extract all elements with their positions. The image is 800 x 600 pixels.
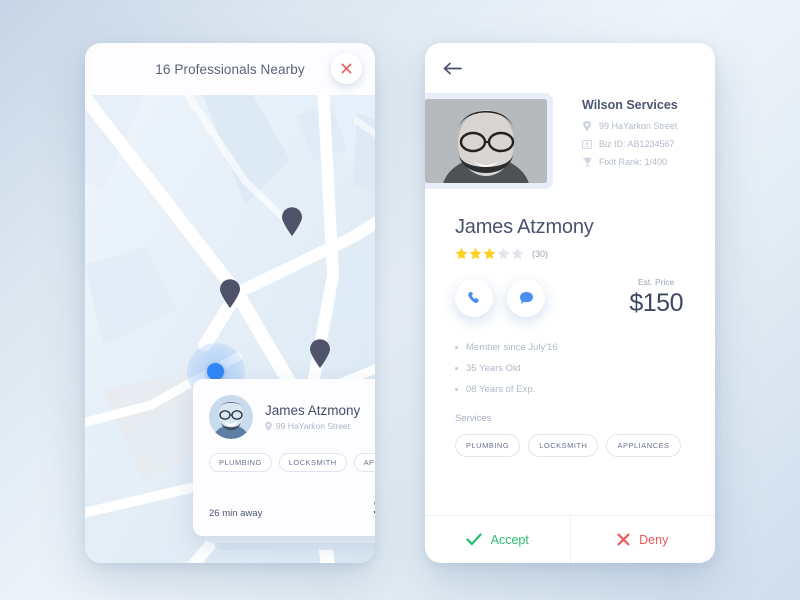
bullet-dot-icon	[455, 388, 458, 391]
map-pin-2[interactable]	[219, 279, 241, 308]
current-location-dot	[207, 363, 224, 380]
price-label: Est. Price	[638, 277, 675, 287]
map-pin-icon	[310, 339, 330, 368]
business-address-row: 99 HaYarkon Street	[582, 121, 678, 131]
price-value: $150	[629, 289, 683, 317]
deny-label: Deny	[639, 532, 669, 547]
close-button[interactable]	[331, 53, 362, 84]
message-button[interactable]	[507, 278, 545, 317]
arrow-left-icon	[443, 62, 462, 74]
star-rating	[455, 247, 524, 260]
service-tag-locksmith[interactable]: LOCKSMITH	[528, 434, 599, 457]
price-value: $150	[373, 494, 375, 523]
x-icon	[617, 533, 630, 546]
accept-button[interactable]: Accept	[425, 516, 570, 563]
services-label: Services	[455, 413, 492, 424]
review-count: (30)	[532, 248, 549, 259]
check-icon	[465, 533, 482, 546]
business-id-row: Biz ID: AB1234567	[582, 139, 678, 149]
contact-buttons	[455, 278, 545, 317]
business-photo	[425, 99, 547, 183]
page-title: 16 Professionals Nearby	[155, 61, 305, 77]
rating-row: (30)	[455, 247, 685, 260]
fact-text: Member since July'16	[466, 342, 558, 353]
id-card-icon	[582, 139, 592, 149]
service-tag-plumbing[interactable]: PLUMBING	[455, 434, 521, 457]
avatar-photo	[209, 395, 253, 439]
bullet-dot-icon	[455, 367, 458, 370]
business-photo-frame	[425, 93, 553, 189]
professional-name: James Atzmony	[265, 403, 361, 418]
phone-icon	[468, 291, 479, 303]
tag-appliances[interactable]: APPLIANCES	[353, 453, 375, 472]
business-address-text: 99 HaYarkon Street	[599, 121, 678, 131]
professional-address: 99 HaYarkon Street	[265, 421, 360, 431]
tag-locksmith[interactable]: LOCKSMITH	[278, 453, 347, 472]
person-name: James Atzmony	[455, 216, 594, 238]
list-item: 08 Years of Exp.	[455, 384, 685, 395]
estimated-price: Est. Price $150	[629, 277, 685, 318]
business-rank-row: FixIt Rank: 1/400	[582, 157, 678, 167]
deny-button[interactable]: Deny	[569, 516, 715, 563]
chat-bubble-icon	[519, 291, 533, 304]
professional-address-text: 99 HaYarkon Street	[276, 421, 351, 431]
professional-tags: PLUMBING LOCKSMITH APPLIANCES	[209, 453, 375, 472]
map-pin-3[interactable]	[309, 339, 331, 368]
business-info: Wilson Services 99 HaYarkon Street Biz I…	[553, 93, 678, 189]
business-summary: Wilson Services 99 HaYarkon Street Biz I…	[425, 93, 715, 189]
left-panel-header: 16 Professionals Nearby	[85, 43, 375, 95]
star-icon-empty	[497, 247, 510, 260]
services-tags: PLUMBING LOCKSMITH APPLIANCES	[455, 434, 685, 457]
detail-body: James Atzmony (30) Est. Price $150 Membe…	[425, 189, 715, 515]
facts-list: Member since July'16 35 Years Old 08 Yea…	[455, 342, 685, 395]
eta-label: 26 min away	[209, 508, 263, 519]
map-pin-icon	[220, 279, 240, 308]
star-icon-filled	[483, 247, 496, 260]
bullet-dot-icon	[455, 346, 458, 349]
detail-footer: Accept Deny	[425, 515, 715, 563]
map-pin-icon	[282, 207, 302, 236]
tag-plumbing[interactable]: PLUMBING	[209, 453, 272, 472]
location-pin-icon	[265, 421, 272, 431]
business-rank-text: FixIt Rank: 1/400	[599, 157, 668, 167]
map-pin-1[interactable]	[281, 207, 303, 236]
service-tag-appliances[interactable]: APPLIANCES	[606, 434, 681, 457]
list-item: Member since July'16	[455, 342, 685, 353]
business-name: Wilson Services	[582, 98, 678, 112]
professional-identity: James Atzmony 99 HaYarkon Street	[265, 403, 360, 431]
star-icon-empty	[511, 247, 524, 260]
action-row: Est. Price $150	[455, 277, 685, 318]
detail-header	[425, 43, 715, 93]
business-photo-image	[425, 99, 547, 183]
star-icon-filled	[455, 247, 468, 260]
professional-card[interactable]: James Atzmony 99 HaYarkon Street PLUMBIN…	[193, 379, 375, 536]
trophy-icon	[582, 157, 592, 167]
professional-detail-panel: Wilson Services 99 HaYarkon Street Biz I…	[425, 43, 715, 563]
close-icon	[341, 63, 352, 74]
professional-card-footer: 26 min away $150	[209, 494, 375, 523]
fact-text: 08 Years of Exp.	[466, 384, 536, 395]
nearby-professionals-panel: 16 Professionals Nearby James Atzmony 99…	[85, 43, 375, 563]
accept-label: Accept	[490, 532, 529, 547]
business-id-text: Biz ID: AB1234567	[599, 139, 675, 149]
back-button[interactable]	[443, 62, 462, 75]
call-button[interactable]	[455, 278, 493, 317]
list-item: 35 Years Old	[455, 363, 685, 374]
location-pin-icon	[582, 121, 592, 131]
avatar	[209, 395, 253, 439]
fact-text: 35 Years Old	[466, 363, 521, 374]
professional-card-header: James Atzmony 99 HaYarkon Street	[209, 395, 375, 439]
star-icon-filled	[469, 247, 482, 260]
